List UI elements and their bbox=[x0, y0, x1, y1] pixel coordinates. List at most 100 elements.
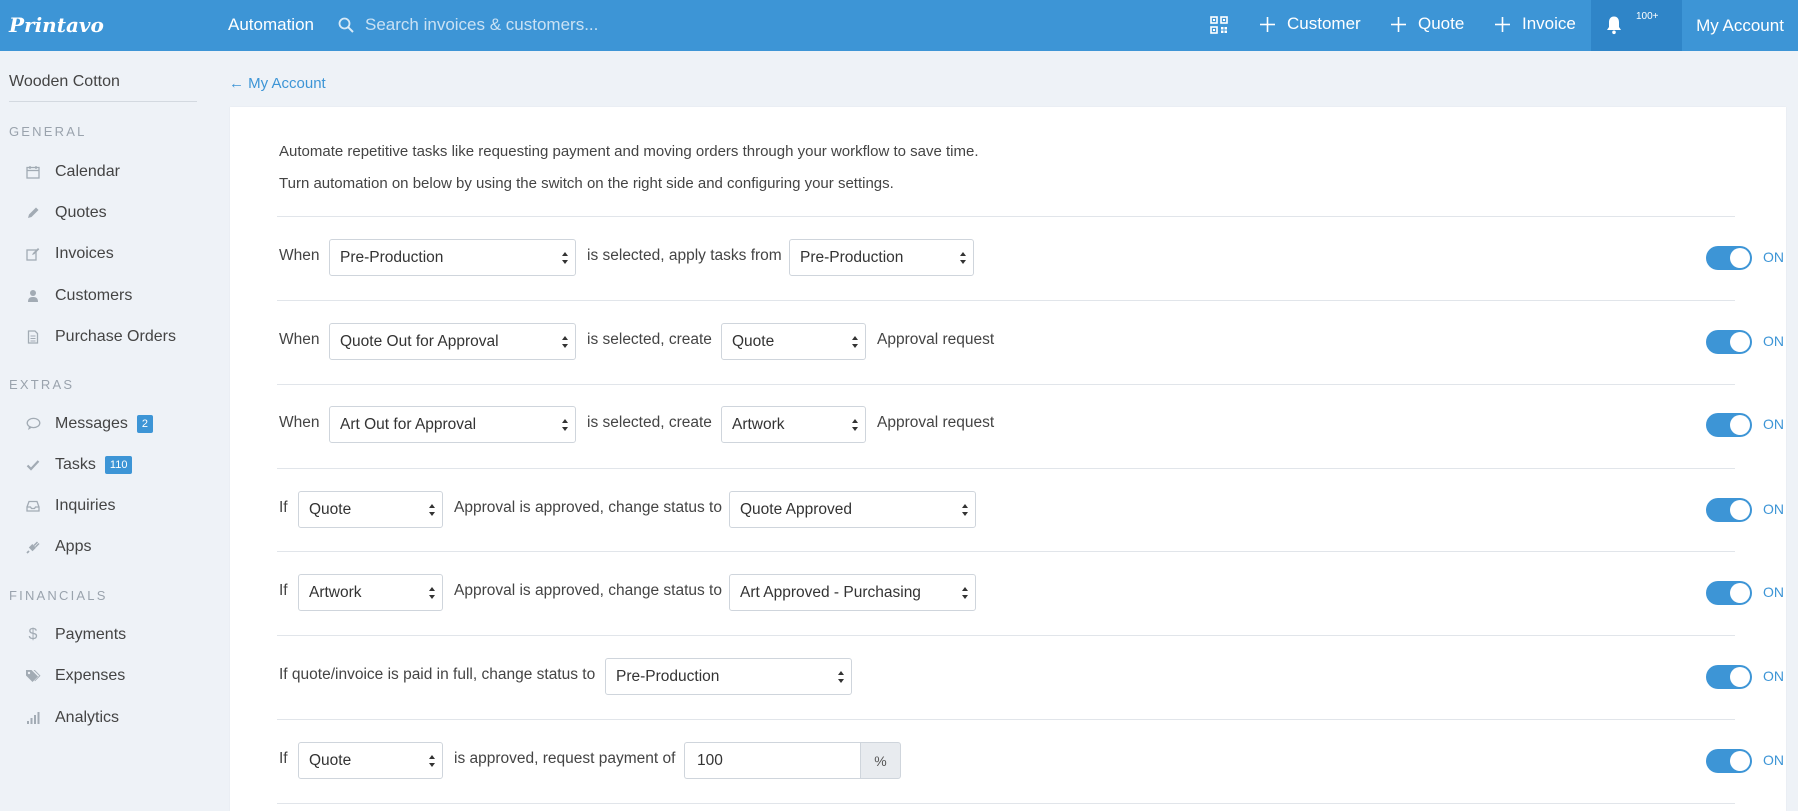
select-value: Quote Out for Approval bbox=[340, 333, 499, 350]
select-value: Quote bbox=[732, 333, 775, 350]
new-quote-button[interactable]: Quote bbox=[1390, 14, 1464, 34]
rule-text: If bbox=[279, 750, 288, 767]
tags-icon bbox=[25, 668, 41, 684]
approval-type-select[interactable]: Quote bbox=[298, 742, 443, 779]
toggle-knob bbox=[1730, 248, 1750, 268]
rule-toggle[interactable] bbox=[1706, 413, 1752, 437]
status-select[interactable]: Quote Out for Approval bbox=[329, 323, 576, 360]
rule-text: When bbox=[279, 331, 320, 348]
select-value: Artwork bbox=[309, 584, 362, 601]
sidebar-item-label: Messages bbox=[55, 415, 128, 432]
back-to-my-account-link[interactable]: ← My Account bbox=[229, 75, 326, 92]
rule-text: When bbox=[279, 414, 320, 431]
sidebar-item-label: Tasks bbox=[55, 456, 96, 473]
select-value: Art Approved - Purchasing bbox=[740, 584, 921, 601]
section-extras: EXTRAS bbox=[9, 377, 75, 392]
chat-icon bbox=[25, 416, 41, 432]
sidebar-item-label: Inquiries bbox=[55, 497, 116, 514]
plus-icon bbox=[1260, 16, 1275, 32]
sidebar-item-expenses[interactable]: Expenses bbox=[25, 667, 125, 685]
rule-text: Approval request bbox=[877, 331, 995, 348]
sidebar-item-label: Invoices bbox=[55, 245, 114, 262]
select-arrows-icon bbox=[562, 419, 568, 431]
approval-type-select[interactable]: Quote bbox=[721, 323, 866, 360]
bar-chart-icon bbox=[25, 710, 41, 726]
payment-percent-input[interactable] bbox=[684, 742, 861, 779]
percent-addon: % bbox=[860, 742, 901, 779]
qr-code-icon[interactable] bbox=[1210, 16, 1228, 34]
notification-count: 100+ bbox=[1636, 11, 1659, 22]
search-icon bbox=[338, 17, 354, 33]
sidebar-item-invoices[interactable]: Invoices bbox=[25, 245, 114, 263]
select-value: Pre-Production bbox=[800, 249, 904, 266]
toggle-knob bbox=[1730, 500, 1750, 520]
rule-text: Approval is approved, change status to bbox=[454, 499, 722, 516]
bell-icon bbox=[1607, 16, 1621, 35]
status-select[interactable]: Pre-Production bbox=[329, 239, 576, 276]
approval-type-select[interactable]: Artwork bbox=[721, 406, 866, 443]
automation-rule: If Artwork Approval is approved, change … bbox=[279, 574, 1784, 611]
sidebar-item-apps[interactable]: Apps bbox=[25, 538, 91, 556]
toggle-knob bbox=[1730, 583, 1750, 603]
notifications-button[interactable]: 100+ bbox=[1591, 0, 1682, 51]
intro-text-1: Automate repetitive tasks like requestin… bbox=[279, 143, 979, 160]
rule-text: If quote/invoice is paid in full, change… bbox=[279, 666, 596, 683]
task-preset-select[interactable]: Pre-Production bbox=[789, 239, 974, 276]
sidebar-item-analytics[interactable]: Analytics bbox=[25, 709, 119, 727]
calendar-icon bbox=[25, 164, 41, 180]
printavo-logo[interactable]: Printavo bbox=[9, 13, 104, 37]
automation-card: Automate repetitive tasks like requestin… bbox=[230, 107, 1786, 811]
rule-toggle[interactable] bbox=[1706, 665, 1752, 689]
rule-text: is selected, create bbox=[587, 331, 712, 348]
pencil-icon bbox=[25, 205, 41, 221]
sidebar-item-messages[interactable]: Messages 2 bbox=[25, 415, 154, 433]
select-arrows-icon bbox=[838, 671, 844, 683]
search-input[interactable] bbox=[365, 15, 755, 35]
sidebar-item-purchase-orders[interactable]: Purchase Orders bbox=[25, 328, 176, 346]
rule-toggle[interactable] bbox=[1706, 498, 1752, 522]
inbox-icon bbox=[25, 498, 41, 514]
divider bbox=[277, 719, 1735, 720]
toggle-label: ON bbox=[1763, 249, 1784, 265]
page-nav-title[interactable]: Automation bbox=[228, 15, 314, 35]
sidebar-item-payments[interactable]: $ Payments bbox=[25, 626, 127, 644]
new-customer-button[interactable]: Customer bbox=[1259, 14, 1361, 34]
sidebar-item-tasks[interactable]: Tasks 110 bbox=[25, 456, 133, 474]
rule-toggle[interactable] bbox=[1706, 749, 1752, 773]
sidebar-item-label: Apps bbox=[55, 538, 92, 555]
toggle-knob bbox=[1730, 751, 1750, 771]
sidebar-item-inquiries[interactable]: Inquiries bbox=[25, 497, 115, 515]
toggle-label: ON bbox=[1763, 501, 1784, 517]
sidebar-item-label: Analytics bbox=[55, 709, 120, 726]
status-select[interactable]: Art Out for Approval bbox=[329, 406, 576, 443]
status-select[interactable]: Pre-Production bbox=[605, 658, 852, 695]
rule-toggle[interactable] bbox=[1706, 246, 1752, 270]
automation-rule: If Quote is approved, request payment of… bbox=[279, 742, 1784, 779]
user-icon bbox=[25, 288, 41, 304]
document-icon bbox=[25, 329, 41, 345]
status-select[interactable]: Art Approved - Purchasing bbox=[729, 574, 976, 611]
select-value: Pre-Production bbox=[616, 668, 720, 685]
plus-icon bbox=[1391, 16, 1406, 32]
rule-text: Approval request bbox=[877, 414, 995, 431]
plus-icon bbox=[1495, 16, 1510, 32]
toggle-label: ON bbox=[1763, 752, 1784, 768]
sidebar-item-label: Quotes bbox=[55, 204, 107, 221]
rule-toggle[interactable] bbox=[1706, 581, 1752, 605]
my-account-link[interactable]: My Account bbox=[1682, 0, 1798, 51]
rule-toggle[interactable] bbox=[1706, 330, 1752, 354]
automation-rule: When Pre-Production is selected, apply t… bbox=[279, 239, 1784, 276]
divider bbox=[277, 216, 1735, 217]
rule-text: is selected, create bbox=[587, 414, 712, 431]
status-select[interactable]: Quote Approved bbox=[729, 491, 976, 528]
approval-type-select[interactable]: Artwork bbox=[298, 574, 443, 611]
sidebar-item-customers[interactable]: Customers bbox=[25, 287, 132, 305]
new-invoice-button[interactable]: Invoice bbox=[1494, 14, 1576, 34]
sidebar-item-label: Customers bbox=[55, 287, 133, 304]
sidebar-item-quotes[interactable]: Quotes bbox=[25, 204, 107, 222]
sidebar-item-calendar[interactable]: Calendar bbox=[25, 163, 120, 181]
rule-text: is approved, request payment of bbox=[454, 750, 676, 767]
toggle-knob bbox=[1730, 415, 1750, 435]
select-arrows-icon bbox=[852, 336, 858, 348]
approval-type-select[interactable]: Quote bbox=[298, 491, 443, 528]
